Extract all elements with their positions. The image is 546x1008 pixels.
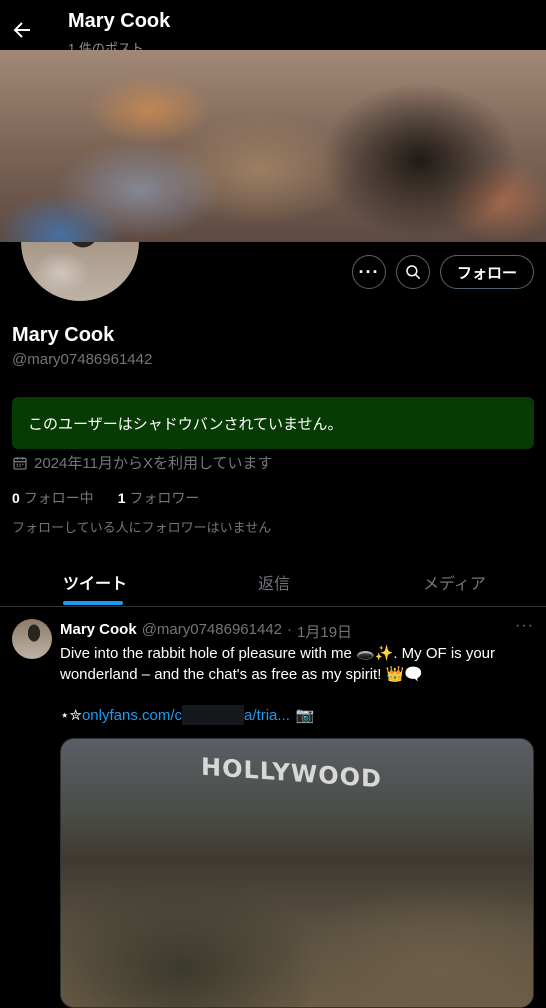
join-date-text: 2024年11月からXを利用しています bbox=[34, 455, 273, 472]
tweet-image[interactable]: HOLLYWOOD bbox=[60, 738, 534, 1008]
tweet-link-end[interactable]: a/tria... bbox=[244, 707, 290, 724]
mutual-followers-note: フォローしている人にフォロワーはいません bbox=[12, 520, 272, 535]
more-icon: ··· bbox=[358, 262, 380, 282]
tweet-header: Mary Cook @mary07486961442 · 1月19日 bbox=[60, 621, 352, 642]
shadowban-status-text: このユーザーはシャドウバンされていません。 bbox=[28, 415, 343, 433]
join-date: 2024年11月からXを利用しています bbox=[12, 452, 273, 473]
tweet-date[interactable]: 1月19日 bbox=[297, 621, 352, 642]
tweet-more-icon[interactable]: ··· bbox=[515, 617, 534, 635]
search-icon bbox=[406, 265, 421, 280]
tweet-link-start[interactable]: onlyfans.com/c bbox=[82, 707, 182, 724]
redaction-box bbox=[182, 705, 245, 725]
followers-link[interactable]: 1 フォロワー bbox=[118, 488, 200, 508]
tab-replies[interactable]: 返信 bbox=[258, 570, 290, 594]
follow-button[interactable]: フォロー bbox=[440, 255, 534, 289]
tab-tweets[interactable]: ツイート bbox=[63, 570, 127, 594]
followers-count: 1 bbox=[117, 490, 126, 506]
shadowban-status-box: このユーザーはシャドウバンされていません。 bbox=[12, 397, 534, 449]
profile-handle: @mary07486961442 bbox=[12, 351, 153, 368]
follow-stats: 0 フォロー中 1 フォロワー bbox=[12, 488, 199, 508]
tweet-author-name[interactable]: Mary Cook bbox=[60, 621, 137, 642]
tweet-link-line: ⋆✮ onlyfans.com/c a/tria... 📷 bbox=[60, 705, 315, 725]
profile-banner[interactable] bbox=[0, 50, 546, 242]
tweet-author-handle[interactable]: @mary07486961442 bbox=[142, 621, 282, 642]
followers-label: フォロワー bbox=[129, 490, 200, 506]
following-label: フォロー中 bbox=[23, 490, 94, 506]
tweet-author-avatar[interactable] bbox=[12, 619, 52, 659]
camera-icon: 📷 bbox=[295, 707, 315, 724]
back-arrow-icon[interactable] bbox=[10, 18, 34, 42]
calendar-icon bbox=[13, 456, 27, 470]
profile-name: Mary Cook bbox=[12, 324, 115, 346]
following-count: 0 bbox=[12, 490, 20, 506]
tab-media[interactable]: メディア bbox=[423, 570, 486, 594]
more-options-button[interactable]: ··· bbox=[352, 255, 386, 289]
active-tab-indicator bbox=[63, 601, 123, 605]
header-title: Mary Cook bbox=[68, 10, 171, 32]
tweet-text: Dive into the rabbit hole of pleasure wi… bbox=[60, 645, 496, 683]
sparkle-icon: ⋆✮ bbox=[60, 707, 82, 724]
following-link[interactable]: 0 フォロー中 bbox=[12, 488, 94, 508]
hollywood-sign-text: HOLLYWOOD bbox=[201, 752, 382, 794]
tweet-separator: · bbox=[287, 621, 293, 638]
profile-tabs: ツイート 返信 メディア bbox=[0, 560, 546, 607]
search-posts-button[interactable] bbox=[396, 255, 430, 289]
